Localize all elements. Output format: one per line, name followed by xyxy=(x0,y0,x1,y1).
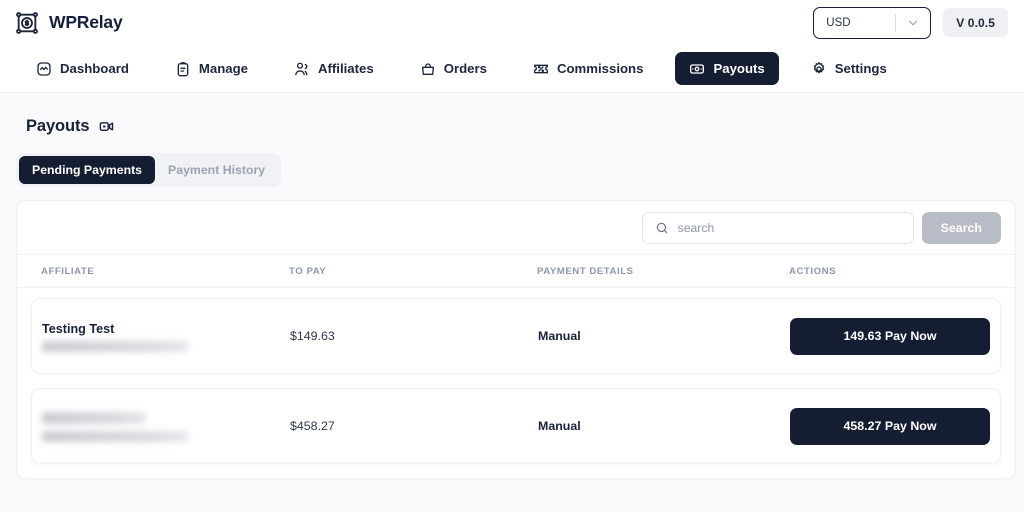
table-body: Testing Test $149.63 Manual 149.63 Pay N… xyxy=(17,288,1015,478)
search-input[interactable] xyxy=(677,220,901,235)
pay-now-button[interactable]: 149.63 Pay Now xyxy=(790,317,990,355)
column-header-to-pay: TO PAY xyxy=(289,265,327,277)
cell-actions: 149.63 Pay Now xyxy=(790,317,990,355)
video-camera-icon[interactable] xyxy=(99,119,114,134)
nav-item-label: Orders xyxy=(443,61,487,76)
page-title: Payouts xyxy=(26,117,90,135)
content-area: Payouts Pending Payments Payment History xyxy=(0,93,1024,479)
column-header-payment-details: PAYMENT DETAILS xyxy=(537,265,634,277)
chevron-down-icon[interactable] xyxy=(906,16,920,30)
cell-affiliate xyxy=(42,410,290,442)
currency-select-value: USD xyxy=(826,16,851,29)
nav-item-label: Manage xyxy=(198,61,248,76)
ticket-percent-icon xyxy=(533,61,549,77)
table-row[interactable]: Testing Test $149.63 Manual 149.63 Pay N… xyxy=(31,298,1001,374)
cell-affiliate: Testing Test xyxy=(42,321,290,352)
search-group: Search xyxy=(641,211,1001,244)
users-icon xyxy=(294,61,310,77)
column-header-affiliate: AFFILIATE xyxy=(41,265,95,277)
banknote-icon xyxy=(689,61,705,77)
payment-details-value: Manual xyxy=(538,419,581,433)
cell-to-pay: $149.63 xyxy=(290,329,538,343)
nav-item-label: Affiliates xyxy=(318,61,374,76)
nav-item-label: Payouts xyxy=(713,61,765,76)
nav-item-settings[interactable]: Settings xyxy=(797,52,901,85)
payouts-panel: Search AFFILIATE TO PAY PAYMENT DETAILS … xyxy=(16,200,1016,479)
nav-item-affiliates[interactable]: Affiliates xyxy=(280,52,388,85)
nav-item-dashboard[interactable]: Dashboard xyxy=(22,52,143,85)
cell-to-pay: $458.27 xyxy=(290,419,538,433)
affiliate-email-redacted xyxy=(42,431,188,442)
search-icon xyxy=(655,221,669,235)
to-pay-amount: $149.63 xyxy=(290,329,335,343)
search-box[interactable] xyxy=(641,211,914,244)
affiliate-name: Testing Test xyxy=(42,321,115,336)
main-nav: Dashboard Manage Affiliates Orders Commi… xyxy=(0,45,1024,93)
nav-item-label: Settings xyxy=(834,61,887,76)
clipboard-icon xyxy=(175,61,191,77)
panel-toolbar: Search xyxy=(17,201,1015,255)
top-bar-right: USD V 0.0.5 xyxy=(813,6,1016,39)
payment-details-value: Manual xyxy=(538,329,581,343)
nav-item-manage[interactable]: Manage xyxy=(161,52,262,85)
bag-icon xyxy=(420,61,436,77)
activity-square-icon xyxy=(36,61,52,77)
pay-now-button[interactable]: 458.27 Pay Now xyxy=(790,407,990,445)
payouts-tabs: Pending Payments Payment History xyxy=(16,153,282,187)
brand[interactable]: WPRelay xyxy=(14,10,123,36)
tab-pending-payments[interactable]: Pending Payments xyxy=(19,156,156,184)
page-title-row: Payouts xyxy=(8,93,1016,136)
top-bar: WPRelay USD V 0.0.5 xyxy=(0,0,1024,45)
to-pay-amount: $458.27 xyxy=(290,419,335,433)
cell-actions: 458.27 Pay Now xyxy=(790,407,990,445)
currency-select[interactable]: USD xyxy=(813,6,932,39)
cell-payment-details: Manual xyxy=(538,419,790,433)
brand-name: WPRelay xyxy=(49,12,123,32)
nav-item-commissions[interactable]: Commissions xyxy=(519,52,657,85)
nav-item-label: Commissions xyxy=(556,61,644,76)
gear-icon xyxy=(811,61,827,77)
tab-payment-history[interactable]: Payment History xyxy=(155,156,278,184)
network-dollar-icon xyxy=(14,10,40,36)
column-header-actions: ACTIONS xyxy=(789,265,837,277)
affiliate-name-redacted xyxy=(42,412,146,424)
nav-item-orders[interactable]: Orders xyxy=(406,52,501,85)
affiliate-email-redacted xyxy=(42,340,188,352)
search-button[interactable]: Search xyxy=(921,211,1001,244)
nav-item-payouts[interactable]: Payouts xyxy=(675,52,779,85)
table-header-row: AFFILIATE TO PAY PAYMENT DETAILS ACTIONS xyxy=(17,255,1015,288)
cell-payment-details: Manual xyxy=(538,329,790,343)
app-root: WPRelay USD V 0.0.5 Dashboard Manage Aff… xyxy=(0,0,1024,512)
table-row[interactable]: $458.27 Manual 458.27 Pay Now xyxy=(31,388,1001,464)
nav-item-label: Dashboard xyxy=(60,61,129,76)
version-badge: V 0.0.5 xyxy=(943,8,1008,37)
currency-select-divider xyxy=(895,13,897,32)
